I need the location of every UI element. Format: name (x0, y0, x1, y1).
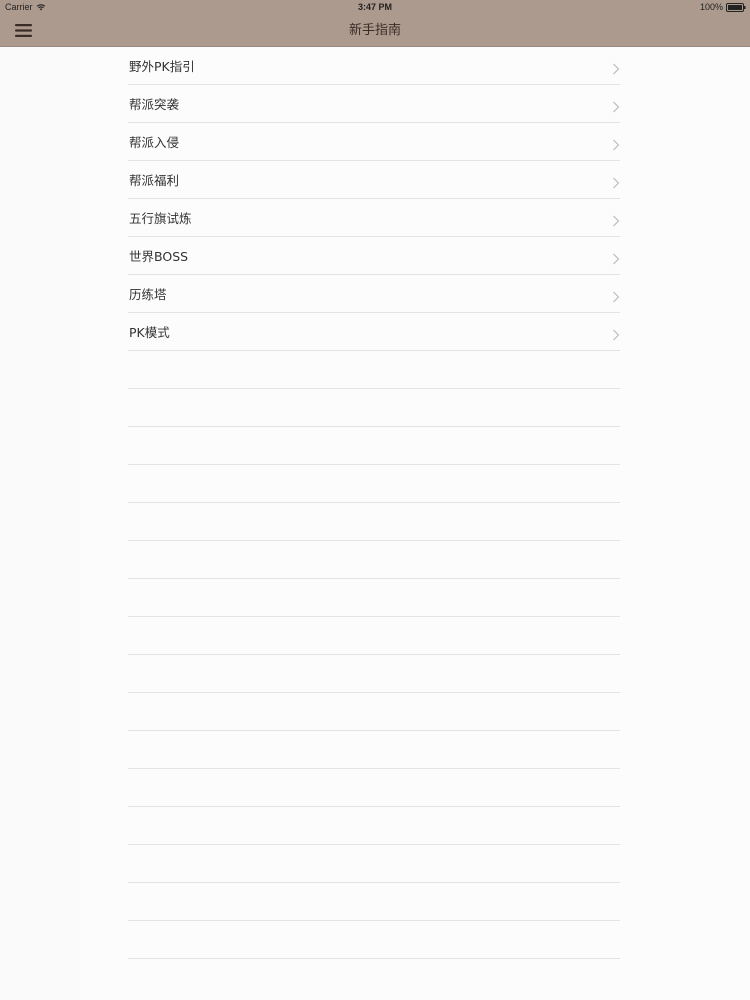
list-item-label: PK模式 (129, 325, 170, 340)
status-battery: 100% (700, 2, 746, 12)
list-item-label: 帮派入侵 (129, 135, 180, 150)
empty-row (128, 807, 620, 845)
list-item-label: 帮派突袭 (129, 97, 180, 112)
empty-row (128, 769, 620, 807)
list-item-pk-guide[interactable]: 野外PK指引 (128, 47, 620, 85)
empty-row (128, 427, 620, 465)
list-item-world-boss[interactable]: 世界BOSS (128, 237, 620, 275)
empty-row (128, 465, 620, 503)
empty-row (128, 389, 620, 427)
empty-row (128, 845, 620, 883)
list-item-trial-tower[interactable]: 历练塔 (128, 275, 620, 313)
left-margin (0, 47, 80, 1000)
empty-row (128, 579, 620, 617)
list-item-pk-mode[interactable]: PK模式 (128, 313, 620, 351)
list-item-guild-raid[interactable]: 帮派突袭 (128, 85, 620, 123)
guide-list: 野外PK指引 帮派突袭 帮派入侵 帮派福利 五行旗试炼 世界BOSS 历练塔 P… (128, 47, 620, 959)
chevron-right-icon (612, 60, 620, 75)
list-item-label: 世界BOSS (129, 249, 189, 264)
chevron-right-icon (612, 212, 620, 227)
chevron-right-icon (612, 136, 620, 151)
empty-row (128, 351, 620, 389)
empty-row (128, 617, 620, 655)
chevron-right-icon (612, 98, 620, 113)
empty-row (128, 731, 620, 769)
empty-row (128, 693, 620, 731)
page-title: 新手指南 (348, 23, 401, 38)
chevron-right-icon (612, 288, 620, 303)
list-item-label: 帮派福利 (129, 173, 180, 188)
status-bar: Carrier 3:47 PM 100% (0, 0, 750, 15)
list-item-guild-invasion[interactable]: 帮派入侵 (128, 123, 620, 161)
list-item-label: 五行旗试炼 (129, 211, 192, 226)
empty-row (128, 883, 620, 921)
list-item-label: 野外PK指引 (129, 59, 195, 74)
chevron-right-icon (612, 250, 620, 265)
empty-row (128, 541, 620, 579)
empty-row (128, 921, 620, 959)
navigation-bar: 新手指南 (0, 15, 750, 47)
status-time: 3:47 PM (357, 2, 392, 12)
list-item-five-elements-trial[interactable]: 五行旗试炼 (128, 199, 620, 237)
list-item-guild-benefits[interactable]: 帮派福利 (128, 161, 620, 199)
chevron-right-icon (612, 326, 620, 341)
battery-icon (726, 2, 746, 12)
empty-row (128, 503, 620, 541)
battery-percent: 100% (699, 2, 723, 12)
app-screen: Carrier 3:47 PM 100% 新手指南 野外PK指引 帮派突袭 帮派… (0, 0, 750, 1000)
empty-row (128, 655, 620, 693)
chevron-right-icon (612, 174, 620, 189)
list-item-label: 历练塔 (129, 287, 167, 302)
